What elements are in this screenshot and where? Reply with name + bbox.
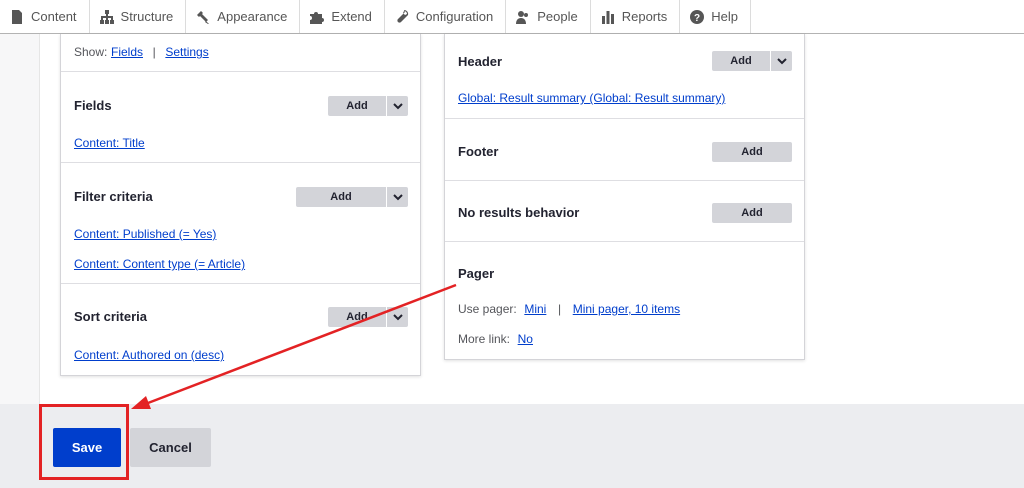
sort-item-authored[interactable]: Content: Authored on (desc): [74, 348, 224, 362]
admin-toolbar: Content Structure Appearance Extend Conf…: [0, 0, 1024, 34]
toolbar-label: Help: [711, 9, 738, 24]
content-icon: [12, 9, 22, 24]
more-link-value[interactable]: No: [518, 332, 533, 346]
toolbar-label: Appearance: [217, 9, 288, 24]
toolbar-item-appearance[interactable]: Appearance: [186, 0, 301, 33]
no-results-title: No results behavior: [458, 205, 580, 220]
toolbar-item-help[interactable]: ? Help: [680, 0, 751, 33]
use-pager-label: Use pager:: [458, 302, 517, 316]
pager-settings-link[interactable]: Mini pager, 10 items: [573, 302, 680, 316]
filter-add-dropdown[interactable]: Add: [296, 187, 408, 207]
toolbar-label: Content: [31, 9, 77, 24]
extend-icon: [310, 11, 325, 24]
toolbar-label: Extend: [331, 9, 372, 24]
chevron-down-icon[interactable]: [387, 307, 408, 327]
chevron-down-icon[interactable]: [387, 187, 408, 207]
footer-add-button[interactable]: Add: [712, 142, 792, 162]
configuration-icon: [397, 9, 409, 23]
fields-add-dropdown[interactable]: Add: [328, 96, 408, 116]
sort-section: Sort criteria Add Content: Authored on (…: [61, 284, 420, 376]
toolbar-item-configuration[interactable]: Configuration: [385, 0, 507, 33]
separator: |: [152, 45, 156, 59]
structure-icon: [99, 9, 114, 24]
filter-section: Filter criteria Add Content: Published (…: [61, 163, 420, 284]
toolbar-item-structure[interactable]: Structure: [90, 0, 187, 33]
filter-item-published[interactable]: Content: Published (= Yes): [74, 227, 216, 241]
toolbar-item-content[interactable]: Content: [0, 0, 90, 33]
right-column: Header Add Global: Result summary (Globa…: [444, 34, 805, 360]
toolbar-label: People: [537, 9, 578, 24]
use-pager-link[interactable]: Mini: [524, 302, 546, 316]
filter-item-content-type[interactable]: Content: Content type (= Article): [74, 257, 245, 271]
svg-text:?: ?: [694, 13, 700, 24]
toolbar-label: Configuration: [415, 9, 494, 24]
footer-section: Footer Add: [445, 119, 804, 181]
header-item-result-summary[interactable]: Global: Result summary (Global: Result s…: [458, 91, 725, 105]
show-fields-link[interactable]: Fields: [111, 45, 143, 59]
toolbar-item-extend[interactable]: Extend: [300, 0, 385, 33]
header-add-button[interactable]: Add: [712, 51, 771, 71]
cancel-button[interactable]: Cancel: [130, 428, 211, 467]
show-row: Show: Fields | Settings: [61, 34, 420, 72]
appearance-icon: [197, 10, 210, 24]
sort-add-button[interactable]: Add: [328, 307, 387, 327]
toolbar-item-people[interactable]: People: [506, 0, 591, 33]
toolbar-label: Structure: [120, 9, 174, 24]
reports-icon: [601, 10, 614, 24]
filter-add-button[interactable]: Add: [296, 187, 387, 207]
field-item-title[interactable]: Content: Title: [74, 136, 145, 150]
sort-add-dropdown[interactable]: Add: [328, 307, 408, 327]
fields-add-button[interactable]: Add: [328, 96, 387, 116]
people-icon: [516, 10, 529, 24]
toolbar-item-reports[interactable]: Reports: [591, 0, 681, 33]
help-icon: ?: [690, 9, 705, 24]
header-add-dropdown[interactable]: Add: [712, 51, 792, 71]
chevron-down-icon[interactable]: [387, 96, 408, 116]
sort-title: Sort criteria: [74, 309, 147, 324]
show-label: Show:: [74, 45, 108, 59]
toolbar-label: Reports: [621, 9, 668, 24]
fields-title: Fields: [74, 98, 112, 113]
pager-title: Pager: [458, 266, 495, 281]
show-settings-link[interactable]: Settings: [165, 45, 208, 59]
header-title: Header: [458, 54, 503, 69]
fields-section: Fields Add Content: Title: [61, 72, 420, 163]
no-results-add-button[interactable]: Add: [712, 203, 792, 223]
footer-title: Footer: [458, 144, 499, 159]
separator: |: [557, 302, 562, 316]
chevron-down-icon[interactable]: [771, 51, 792, 71]
highlight-box: [39, 404, 129, 480]
pager-section: Pager Use pager: Mini | Mini pager, 10 i…: [445, 242, 804, 360]
more-link-label: More link:: [458, 332, 511, 346]
no-results-section: No results behavior Add: [445, 181, 804, 242]
left-column: Show: Fields | Settings Fields Add Conte…: [60, 34, 421, 376]
filter-title: Filter criteria: [74, 189, 153, 204]
header-section: Header Add Global: Result summary (Globa…: [445, 34, 804, 119]
